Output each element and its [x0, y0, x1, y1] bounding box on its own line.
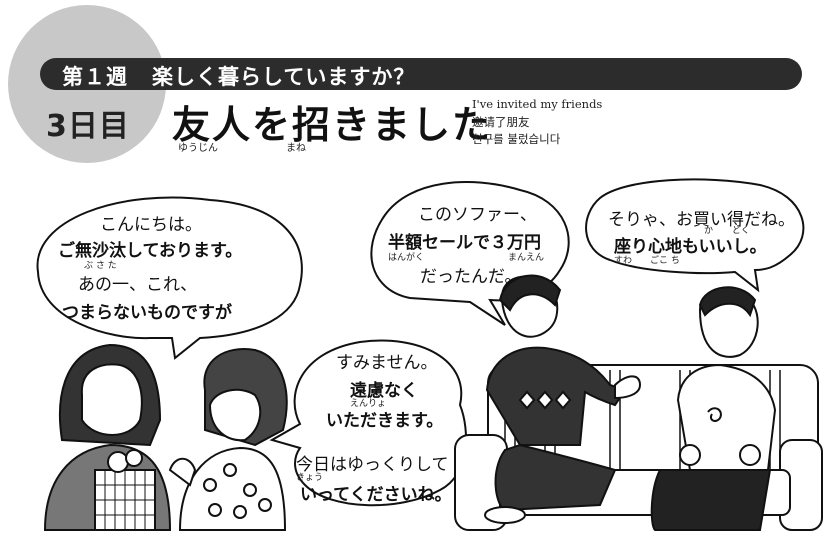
man-left-line-1: このソファー、 — [418, 205, 537, 225]
girl — [168, 348, 288, 531]
lesson-page: 第１週 楽しく暮らしていますか？ 3日目 友人を招きました ゆうじん まね I'v… — [0, 0, 830, 539]
girl-line-1: すみません。 — [336, 353, 438, 373]
man-left-line-3: だったんだ。 — [420, 267, 522, 287]
woman-line-1: こんにちは。 — [100, 215, 202, 235]
man-right-ruby-c: すわ — [614, 256, 633, 266]
girl-line-3: いただきます。 — [326, 411, 444, 431]
man-right-line-2: 座り心地もいいし。 — [614, 237, 767, 257]
woman — [43, 343, 172, 531]
woman-line-3: あの一、これ、 — [78, 275, 198, 295]
woman-line-4: つまらないものですが — [62, 303, 232, 323]
man-left-ruby-a: はんがく — [388, 253, 425, 263]
girl-line-5: いってくださいね。 — [300, 485, 452, 505]
man-right-line-1: そりゃ、お買い得だね。 — [608, 210, 795, 230]
man-right-ruby-d: ごこ ち — [650, 256, 680, 266]
